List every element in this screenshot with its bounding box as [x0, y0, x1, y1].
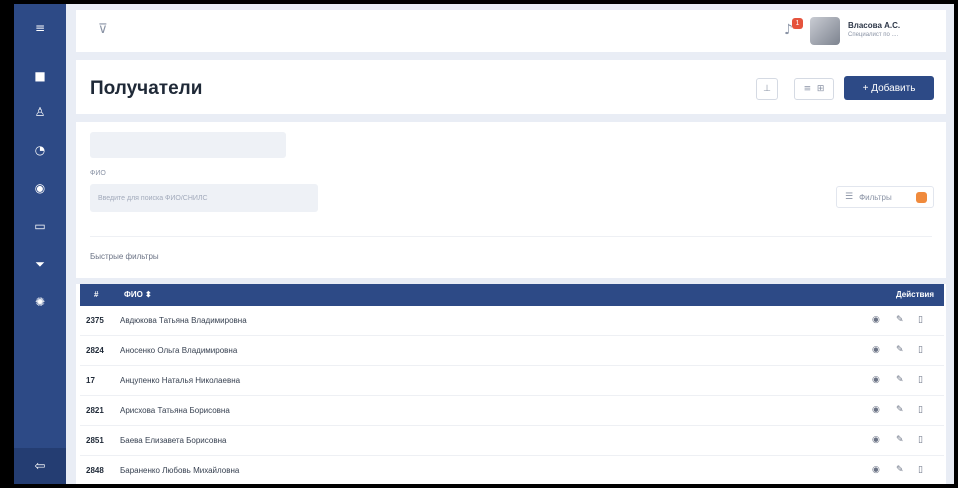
view-icon[interactable]: ◉ — [872, 375, 880, 385]
user-name[interactable]: Власова А.С. — [848, 21, 900, 30]
table-row[interactable]: 2375 Авдюкова Татьяна Владимировна ◉ ✎ ▯ — [80, 306, 944, 336]
export-icon: ⊥ — [763, 84, 771, 94]
view-icon[interactable]: ◉ — [872, 345, 880, 355]
delete-icon[interactable]: ▯ — [918, 375, 923, 385]
row-name[interactable]: Арисхова Татьяна Борисовна — [120, 406, 230, 415]
row-id: 17 — [86, 376, 95, 385]
sidebar: ≡ ■ ♙ ◔ ◉ ▭ ⏷ ✺ ⇦ — [14, 4, 66, 484]
row-name[interactable]: Авдюкова Татьяна Владимировна — [120, 316, 247, 325]
globe-icon[interactable]: ◉ — [30, 178, 50, 198]
filter-count-badge — [916, 192, 927, 203]
row-id: 2848 — [86, 466, 104, 475]
user-role: Специалист по .... — [848, 32, 899, 38]
filters-button[interactable]: ☰ Фильтры — [836, 186, 934, 208]
delete-icon[interactable]: ▯ — [918, 345, 923, 355]
table-row[interactable]: 17 Анцупенко Наталья Николаевна ◉ ✎ ▯ — [80, 366, 944, 396]
avatar[interactable] — [810, 17, 840, 45]
row-id: 2821 — [86, 406, 104, 415]
view-icon[interactable]: ◉ — [872, 405, 880, 415]
delete-icon[interactable]: ▯ — [918, 405, 923, 415]
edit-icon[interactable]: ✎ — [896, 465, 904, 475]
delete-icon[interactable]: ▯ — [918, 465, 923, 475]
table-row[interactable]: 2851 Баева Елизавета Борисовна ◉ ✎ ▯ — [80, 426, 944, 456]
notification-badge: 1 — [792, 18, 803, 29]
grid-view-icon[interactable]: ⊞ — [817, 84, 825, 94]
fio-label: ФИО — [90, 170, 106, 177]
table-row[interactable]: 2821 Арисхова Татьяна Борисовна ◉ ✎ ▯ — [80, 396, 944, 426]
app-frame: ≡ ■ ♙ ◔ ◉ ▭ ⏷ ✺ ⇦ ⊽ ♪ 1 Власова А.С. Спе… — [14, 4, 954, 484]
row-name[interactable]: Аносенко Ольга Владимировна — [120, 346, 237, 355]
edit-icon[interactable]: ✎ — [896, 375, 904, 385]
row-id: 2375 — [86, 316, 104, 325]
page-header: Получатели ⊥ ≡ ⊞ + Добавить — [76, 60, 946, 114]
row-name[interactable]: Баева Елизавета Борисовна — [120, 436, 226, 445]
recipients-table: # ФИО ⬍ Действия 2375 Авдюкова Татьяна Вл… — [76, 284, 946, 484]
logout-icon[interactable]: ⇦ — [14, 448, 66, 484]
row-name[interactable]: Бараненко Любовь Михайловна — [120, 466, 239, 475]
placeholder-block — [90, 132, 286, 158]
view-icon[interactable]: ◉ — [872, 465, 880, 475]
quick-filters-link[interactable]: Быстрые фильтры — [90, 252, 159, 261]
edit-icon[interactable]: ✎ — [896, 315, 904, 325]
divider — [90, 236, 932, 237]
table-header: # ФИО ⬍ Действия — [80, 284, 944, 306]
column-actions: Действия — [895, 290, 934, 299]
edit-icon[interactable]: ✎ — [896, 345, 904, 355]
user-icon[interactable]: ♙ — [30, 102, 50, 122]
row-id: 2824 — [86, 346, 104, 355]
funnel-icon[interactable]: ⊽ — [98, 22, 108, 37]
search-input[interactable] — [90, 184, 318, 212]
chart-icon[interactable]: ◔ — [30, 140, 50, 160]
delete-icon[interactable]: ▯ — [918, 435, 923, 445]
dashboard-icon[interactable]: ■ — [30, 66, 50, 86]
delete-icon[interactable]: ▯ — [918, 315, 923, 325]
column-number: # — [94, 290, 99, 299]
view-icon[interactable]: ◉ — [872, 315, 880, 325]
folder-icon[interactable]: ▭ — [30, 216, 50, 236]
menu-icon[interactable]: ≡ — [30, 18, 50, 38]
topbar: ⊽ ♪ 1 Власова А.С. Специалист по .... — [76, 10, 946, 52]
row-name[interactable]: Анцупенко Наталья Николаевна — [120, 376, 240, 385]
filters-panel: ФИО ☰ Фильтры Быстрые фильтры — [76, 122, 946, 278]
view-toggle[interactable]: ≡ ⊞ — [794, 78, 834, 100]
table-row[interactable]: 2824 Аносенко Ольга Владимировна ◉ ✎ ▯ — [80, 336, 944, 366]
table-row[interactable]: 2848 Бараненко Любовь Михайловна ◉ ✎ ▯ — [80, 456, 944, 484]
add-button[interactable]: + Добавить — [844, 76, 934, 100]
download-icon[interactable]: ⏷ — [30, 254, 50, 274]
filters-button-label: Фильтры — [859, 192, 892, 202]
edit-icon[interactable]: ✎ — [896, 435, 904, 445]
row-id: 2851 — [86, 436, 104, 445]
edit-icon[interactable]: ✎ — [896, 405, 904, 415]
list-view-icon[interactable]: ≡ — [804, 84, 812, 94]
export-button[interactable]: ⊥ — [756, 78, 778, 100]
settings-icon[interactable]: ✺ — [30, 292, 50, 312]
column-fio[interactable]: ФИО ⬍ — [124, 290, 152, 299]
page-title: Получатели — [90, 78, 203, 99]
filter-icon: ☰ — [845, 192, 854, 202]
view-icon[interactable]: ◉ — [872, 435, 880, 445]
